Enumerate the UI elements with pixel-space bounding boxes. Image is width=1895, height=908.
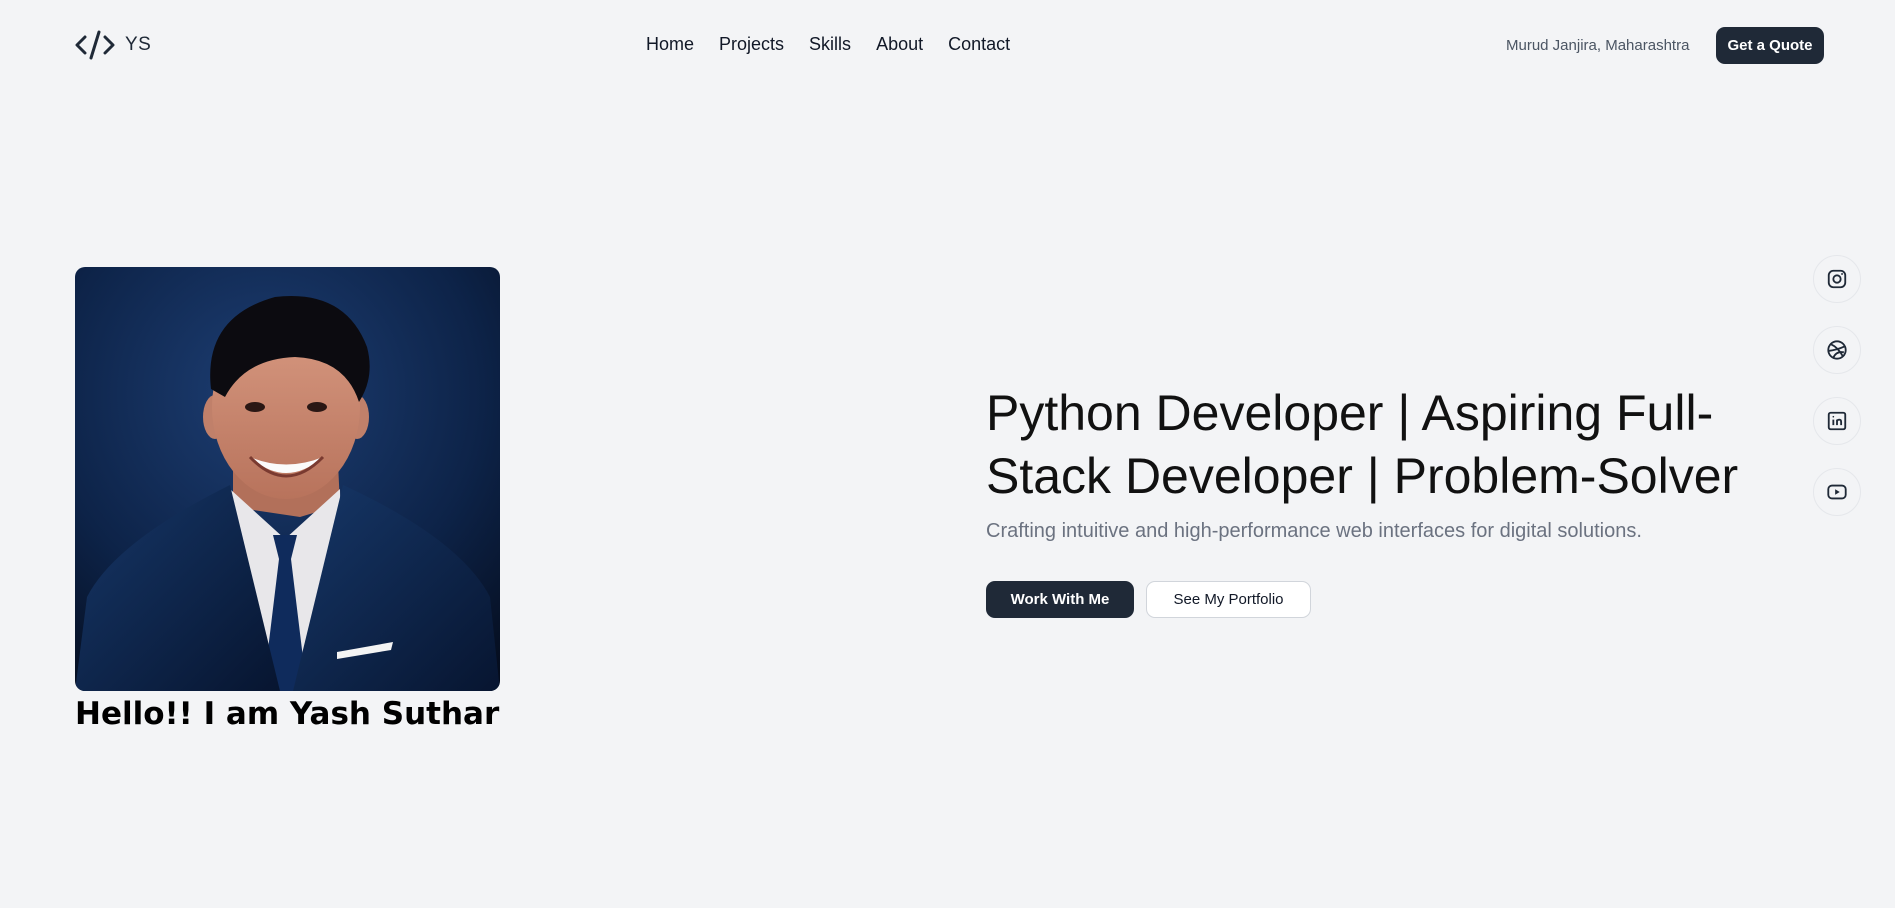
profile-photo (75, 267, 500, 691)
work-with-me-button[interactable]: Work With Me (986, 581, 1134, 618)
dribbble-icon (1826, 339, 1848, 361)
nav-projects[interactable]: Projects (719, 34, 784, 55)
see-my-portfolio-button[interactable]: See My Portfolio (1146, 581, 1311, 618)
youtube-icon (1826, 481, 1848, 503)
code-icon (75, 28, 115, 62)
nav-home[interactable]: Home (646, 34, 694, 55)
social-links (1813, 255, 1863, 539)
location-text: Murud Janjira, Maharashtra (1506, 37, 1690, 54)
linkedin-link[interactable] (1813, 397, 1861, 445)
dribbble-link[interactable] (1813, 326, 1861, 374)
youtube-link[interactable] (1813, 468, 1861, 516)
greeting-heading: Hello!! I am Yash Suthar (75, 696, 500, 732)
main-nav: Home Projects Skills About Contact (646, 34, 1035, 55)
hero-title: Python Developer | Aspiring Full-Stack D… (986, 385, 1739, 504)
nav-skills[interactable]: Skills (809, 34, 851, 55)
logo-text: YS (125, 34, 152, 55)
nav-contact[interactable]: Contact (948, 34, 1010, 55)
get-a-quote-button[interactable]: Get a Quote (1716, 27, 1824, 64)
page: YS Home Projects Skills About Contact Mu… (0, 0, 1895, 908)
instagram-icon (1826, 268, 1848, 290)
hero-subtitle: Crafting intuitive and high-performance … (986, 520, 1642, 542)
nav-about[interactable]: About (876, 34, 923, 55)
instagram-link[interactable] (1813, 255, 1861, 303)
site-header: YS Home Projects Skills About Contact Mu… (0, 0, 1895, 92)
logo-link[interactable]: YS (75, 28, 151, 62)
linkedin-icon (1826, 410, 1848, 432)
